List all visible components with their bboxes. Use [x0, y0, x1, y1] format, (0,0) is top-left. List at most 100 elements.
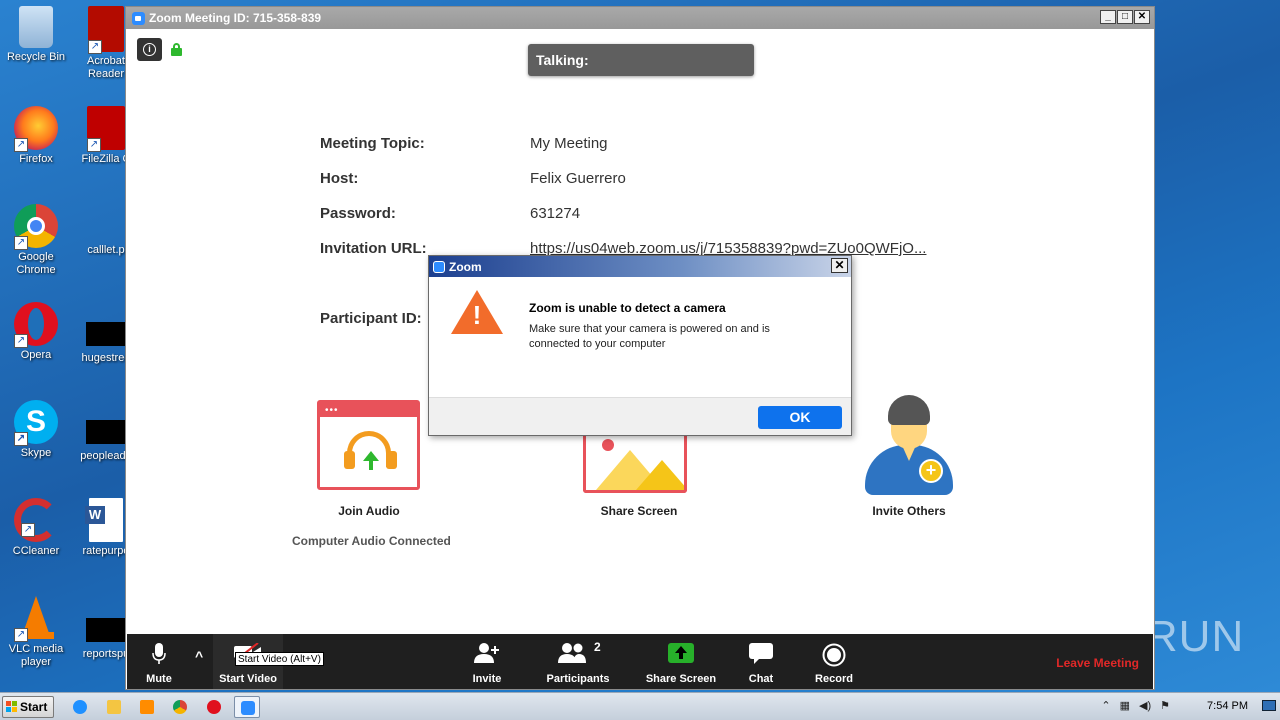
desktop-icon-vlc[interactable]: ↗ VLC media player [0, 596, 72, 669]
chat-bubble-icon [749, 643, 773, 664]
chat-button[interactable]: Chat [741, 634, 781, 689]
file-thumbnail-icon [86, 322, 126, 346]
window-controls: _ □ ✕ [1100, 10, 1150, 24]
invite-button[interactable]: Invite [466, 634, 508, 689]
leave-meeting-button[interactable]: Leave Meeting [1056, 656, 1139, 670]
recycle-bin-icon [19, 6, 53, 48]
taskbar-ie[interactable] [67, 696, 93, 718]
record-button[interactable]: Record [811, 634, 857, 689]
zoom-logo-icon [433, 260, 445, 273]
desktop-icon-label: FileZilla C [81, 153, 131, 165]
folder-icon [107, 700, 121, 714]
dialog-titlebar[interactable]: Zoom ✕ [429, 256, 851, 277]
desktop-icon-label: Skype [20, 447, 52, 459]
participants-icon [558, 643, 586, 663]
share-screen-button[interactable]: Share Screen [643, 634, 719, 689]
meeting-info-button[interactable]: i [137, 38, 162, 61]
dialog-heading: Zoom is unable to detect a camera [529, 301, 726, 315]
taskbar-chrome[interactable] [167, 696, 193, 718]
acrobat-icon: ↗ [88, 6, 124, 54]
record-label: Record [815, 673, 853, 685]
desktop-icon-label: Firefox [19, 153, 53, 165]
start-video-tooltip: Start Video (Alt+V) [235, 652, 324, 666]
desktop-icon-skype[interactable]: S ↗ Skype [0, 400, 72, 460]
invite-others-label[interactable]: Invite Others [829, 504, 989, 518]
zoom-titlebar[interactable]: Zoom Meeting ID: 715-358-839 _ □ ✕ [126, 7, 1154, 29]
desktop-icon-label: Opera [20, 349, 52, 361]
windows-logo-icon [6, 701, 18, 713]
join-audio-label[interactable]: Join Audio [289, 504, 449, 518]
talking-indicator: Talking: [528, 44, 754, 76]
mute-label: Mute [146, 673, 172, 685]
participants-button[interactable]: 2 Participants [543, 634, 613, 689]
action-center-flag-icon[interactable]: ⚑ [1160, 699, 1170, 712]
desktop-icon-label: Google Chrome [16, 251, 56, 276]
desktop-icon-label: ratepurpo [82, 545, 130, 557]
topic-value: My Meeting [530, 135, 608, 152]
chrome-icon [173, 700, 187, 714]
desktop-icon-recycle-bin[interactable]: Recycle Bin [0, 6, 72, 64]
info-icon: i [143, 43, 156, 56]
invite-label: Invite [472, 673, 502, 685]
share-screen-tile[interactable] [583, 427, 687, 493]
host-label: Host: [320, 170, 359, 187]
minimize-button[interactable]: _ [1100, 10, 1116, 24]
zoom-logo-icon [132, 11, 145, 25]
start-button[interactable]: Start [2, 696, 54, 718]
desktop-icon-opera[interactable]: ↗ Opera [0, 302, 72, 362]
start-video-label: Start Video [219, 673, 277, 685]
desktop-icon-label: VLC media player [8, 643, 64, 668]
audio-status-text: Computer Audio Connected [292, 534, 451, 548]
audio-options-chevron[interactable]: ^ [193, 634, 209, 689]
dialog-footer: OK [429, 397, 851, 435]
network-icon[interactable]: ▦ [1120, 699, 1130, 712]
taskbar-opera[interactable] [201, 696, 227, 718]
add-user-icon [474, 643, 499, 663]
desktop-icon-firefox[interactable]: ↗ Firefox [0, 106, 72, 166]
mute-button[interactable]: Mute [137, 634, 181, 689]
desktop-icon-label: CCleaner [12, 545, 60, 557]
chrome-icon: ↗ [14, 204, 58, 250]
desktop-icon-chrome[interactable]: ↗ Google Chrome [0, 204, 72, 277]
internet-explorer-icon [73, 700, 87, 714]
file-thumbnail-icon [86, 618, 126, 642]
filezilla-icon: ↗ [87, 106, 125, 152]
taskbar-explorer[interactable] [101, 696, 127, 718]
password-value: 631274 [530, 205, 581, 222]
window-title: Zoom Meeting ID: 715-358-839 [149, 11, 322, 25]
chevron-up-icon: ^ [195, 648, 204, 664]
skype-icon: S ↗ [14, 400, 58, 446]
share-screen-label: Share Screen [645, 673, 717, 685]
join-audio-tile[interactable]: ••• [317, 400, 420, 490]
share-screen-label[interactable]: Share Screen [559, 504, 719, 518]
file-thumbnail-icon [86, 214, 126, 238]
desktop-icon-label: hugestree [81, 352, 131, 364]
vlc-cone-icon: ↗ [14, 596, 58, 642]
show-desktop-button[interactable] [1262, 700, 1276, 711]
chat-label: Chat [748, 673, 774, 685]
participants-label: Participants [546, 673, 610, 685]
desktop-icon-label: peopleadd [80, 450, 132, 462]
maximize-button[interactable]: □ [1117, 10, 1133, 24]
ok-button[interactable]: OK [758, 406, 842, 429]
taskbar-media-player[interactable] [134, 696, 160, 718]
participant-count-badge: 2 [594, 640, 601, 654]
encryption-lock-icon[interactable] [171, 43, 182, 56]
dialog-close-button[interactable]: ✕ [831, 258, 848, 273]
taskbar-clock[interactable]: 7:54 PM [1207, 700, 1248, 712]
media-player-icon [140, 700, 154, 714]
system-tray: ⌃ ▦ ◀) ⚑ [1101, 699, 1170, 712]
invite-others-tile[interactable]: + [863, 393, 955, 503]
volume-icon[interactable]: ◀) [1139, 699, 1151, 712]
meeting-toolbar: Mute ^ Start Video Start Video (Alt+V) I… [127, 634, 1153, 689]
close-button[interactable]: ✕ [1134, 10, 1150, 24]
tray-expand-icon[interactable]: ⌃ [1101, 699, 1110, 712]
record-icon [822, 643, 846, 667]
desktop-icon-label: calllet.p [87, 244, 125, 256]
desktop-icon-ccleaner[interactable]: ↗ CCleaner [0, 498, 72, 558]
microphone-icon [152, 643, 166, 664]
taskbar: Start ⌃ ▦ ◀) ⚑ 7:54 PM [0, 692, 1280, 720]
taskbar-zoom[interactable] [234, 696, 260, 718]
dialog-title: Zoom [449, 259, 482, 274]
ccleaner-icon: ↗ [14, 498, 58, 542]
